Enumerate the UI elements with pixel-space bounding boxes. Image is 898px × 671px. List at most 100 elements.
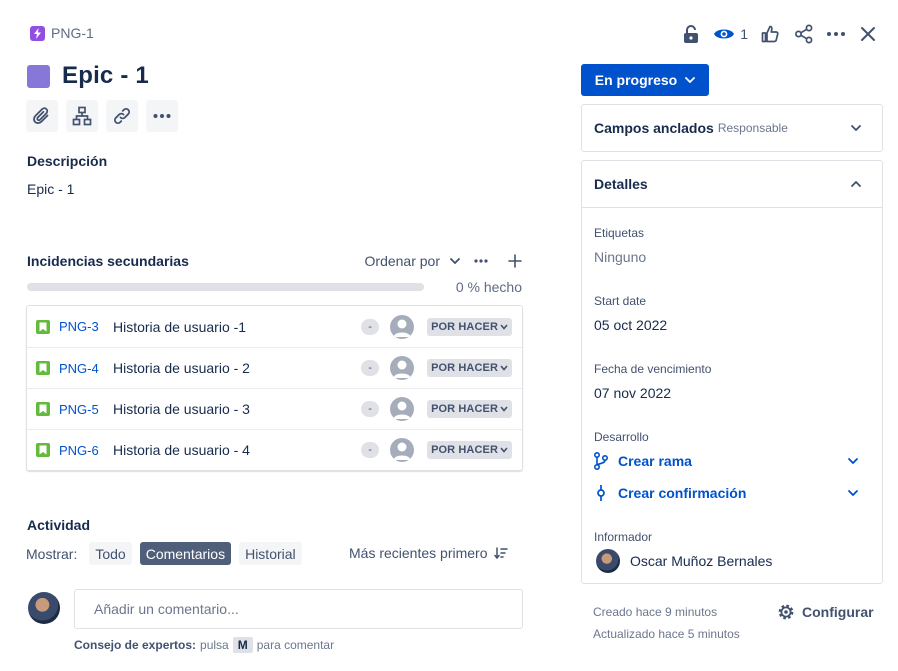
tip-bold: Consejo de expertos: <box>74 638 197 652</box>
assignee-avatar[interactable] <box>390 356 415 380</box>
like-button[interactable] <box>754 20 786 48</box>
chevron-down-icon <box>848 458 858 464</box>
child-issues-header: Incidencias secundarias Ordenar por <box>27 253 522 269</box>
unlock-icon <box>684 25 699 43</box>
activity-filters: Mostrar: Todo Comentarios Historial <box>26 542 302 565</box>
story-icon <box>36 443 50 457</box>
chevron-down-icon <box>450 258 460 264</box>
details-header[interactable]: Detalles <box>582 161 882 208</box>
gear-icon <box>778 604 794 620</box>
paperclip-icon <box>33 107 49 124</box>
more-icon <box>474 259 488 263</box>
configure-button[interactable]: Configurar <box>777 603 874 621</box>
child-more-button[interactable] <box>466 259 496 263</box>
child-issue-key[interactable]: PNG-4 <box>59 361 103 376</box>
issue-header: Epic - 1 <box>27 62 149 90</box>
chevron-down-icon <box>500 406 508 412</box>
child-progress-label: 0 % hecho <box>455 279 522 295</box>
create-commit-link[interactable]: Crear confirmación <box>594 484 858 502</box>
attach-button[interactable] <box>26 100 58 132</box>
start-date-value[interactable]: 05 oct 2022 <box>594 317 667 333</box>
child-issues-label: Incidencias secundarias <box>27 253 189 269</box>
child-issue-summary[interactable]: Historia de usuario -1 <box>113 319 361 335</box>
created-time: Creado hace 9 minutos <box>593 605 718 619</box>
eye-icon <box>714 29 735 39</box>
breadcrumb-issue-key[interactable]: PNG-1 <box>51 25 94 41</box>
watch-button[interactable]: 1 <box>713 20 748 48</box>
child-issues-list: PNG-3 Historia de usuario -1 - POR HACER… <box>26 305 523 471</box>
priority-badge: - <box>361 401 380 417</box>
reporter-label: Informador <box>594 530 653 544</box>
assignee-avatar[interactable] <box>390 397 415 421</box>
filter-history[interactable]: Historial <box>239 542 302 565</box>
status-dropdown[interactable]: POR HACER <box>427 359 512 377</box>
child-issue-row[interactable]: PNG-6 Historia de usuario - 4 - POR HACE… <box>27 429 522 470</box>
add-comment-input[interactable]: Añadir un comentario... <box>74 589 523 629</box>
issue-title[interactable]: Epic - 1 <box>62 62 149 90</box>
due-date-value[interactable]: 07 nov 2022 <box>594 385 671 401</box>
more-actions-button[interactable] <box>820 20 852 48</box>
lock-button[interactable] <box>675 20 707 48</box>
details-panel: Detalles Etiquetas Ninguno Start date 05… <box>581 160 883 584</box>
description-label: Descripción <box>27 153 108 169</box>
status-label: POR HACER <box>431 362 498 374</box>
child-issue-summary[interactable]: Historia de usuario - 3 <box>113 401 361 417</box>
add-child-button[interactable] <box>496 254 522 268</box>
close-button[interactable] <box>852 20 884 48</box>
development-label: Desarrollo <box>594 430 649 444</box>
more-icon <box>153 114 171 118</box>
chevron-up-icon <box>851 181 861 187</box>
child-issue-summary[interactable]: Historia de usuario - 4 <box>113 442 361 458</box>
child-issue-key[interactable]: PNG-3 <box>59 319 103 334</box>
child-issue-row[interactable]: PNG-3 Historia de usuario -1 - POR HACER <box>27 306 522 347</box>
due-date-label: Fecha de vencimiento <box>594 362 712 376</box>
filter-comments[interactable]: Comentarios <box>139 542 232 565</box>
tip-key: M <box>232 637 253 653</box>
status-button-label: En progreso <box>594 72 678 88</box>
chevron-down-icon <box>851 125 861 131</box>
status-label: POR HACER <box>431 403 498 415</box>
more-toolbar-button[interactable] <box>146 100 178 132</box>
branch-icon <box>594 452 608 470</box>
status-dropdown[interactable]: POR HACER <box>427 400 512 418</box>
status-label: POR HACER <box>431 444 498 456</box>
link-issue-button[interactable] <box>106 100 138 132</box>
add-child-issue-button[interactable] <box>66 100 98 132</box>
create-branch-link[interactable]: Crear rama <box>594 452 858 470</box>
breadcrumb[interactable]: PNG-1 <box>30 25 94 41</box>
child-issue-key[interactable]: PNG-5 <box>59 402 103 417</box>
current-user-avatar <box>28 592 60 624</box>
share-button[interactable] <box>788 20 820 48</box>
sort-label: Ordenar por <box>364 253 440 269</box>
close-icon <box>861 27 875 41</box>
assignee-avatar[interactable] <box>390 438 415 462</box>
more-icon <box>827 32 845 36</box>
labels-field-value[interactable]: Ninguno <box>594 249 646 265</box>
epic-lightning-icon <box>30 25 45 41</box>
child-issue-row[interactable]: PNG-4 Historia de usuario - 2 - POR HACE… <box>27 347 522 388</box>
labels-field-label: Etiquetas <box>594 226 645 240</box>
reporter-field[interactable]: Oscar Muñoz Bernales <box>596 549 772 573</box>
child-issue-key[interactable]: PNG-6 <box>59 443 103 458</box>
reporter-name: Oscar Muñoz Bernales <box>630 553 773 569</box>
status-transition-button[interactable]: En progreso <box>581 64 709 96</box>
pinned-fields-panel[interactable]: Campos anclados Responsable <box>581 104 883 152</box>
child-progress-bar <box>27 283 424 291</box>
assignee-avatar[interactable] <box>390 314 415 339</box>
description-text[interactable]: Epic - 1 <box>27 181 74 197</box>
activity-label: Actividad <box>27 517 91 533</box>
status-dropdown[interactable]: POR HACER <box>427 317 512 336</box>
share-icon <box>795 24 813 44</box>
chevron-down-icon <box>500 365 508 371</box>
story-icon <box>36 361 50 375</box>
watch-count: 1 <box>740 26 748 42</box>
sort-dropdown[interactable]: Ordenar por <box>365 253 460 269</box>
start-date-label: Start date <box>594 294 647 308</box>
show-label: Mostrar: <box>26 545 78 562</box>
child-issue-summary[interactable]: Historia de usuario - 2 <box>113 360 361 376</box>
activity-sort-button[interactable]: Más recientes primero <box>349 545 508 561</box>
child-issue-row[interactable]: PNG-5 Historia de usuario - 3 - POR HACE… <box>27 388 522 429</box>
filter-all[interactable]: Todo <box>89 542 132 565</box>
pinned-fields-title: Campos anclados <box>594 120 714 136</box>
status-dropdown[interactable]: POR HACER <box>427 441 512 459</box>
